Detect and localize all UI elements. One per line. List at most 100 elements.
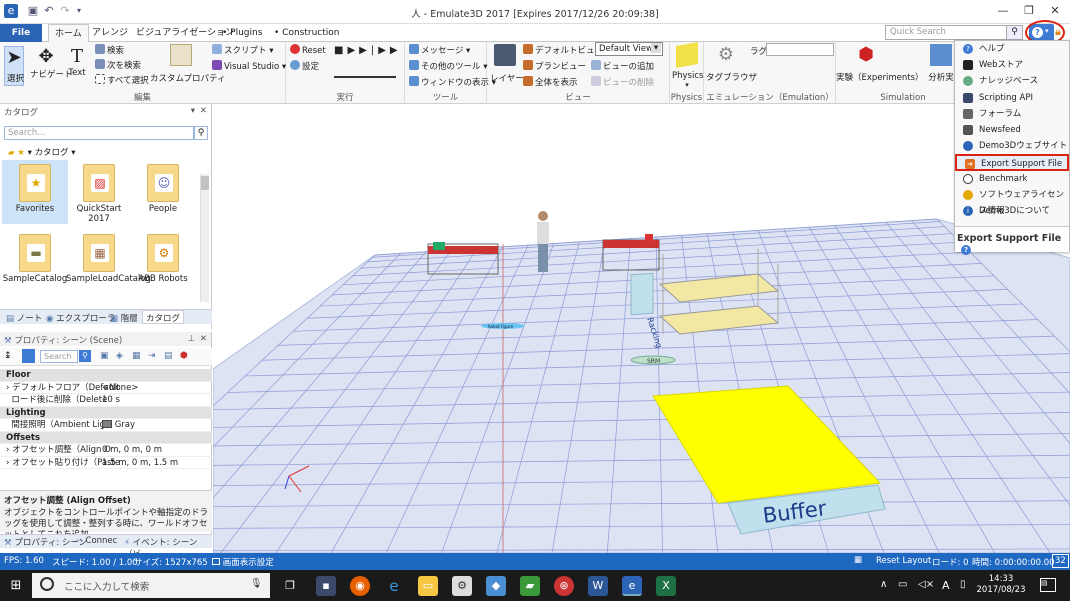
tab-plugins[interactable]: • Plugins: [216, 24, 268, 42]
menu-item-webstore[interactable]: Webストア: [955, 57, 1069, 73]
search-next-button[interactable]: 次を検索: [95, 59, 141, 71]
tab-connections[interactable]: ⤳ Connec: [76, 536, 117, 546]
reset-button[interactable]: Reset: [290, 44, 326, 56]
close-button[interactable]: ✕: [1042, 2, 1068, 20]
network-icon[interactable]: ▭: [898, 579, 907, 590]
volume-icon[interactable]: ◁×: [918, 579, 934, 590]
tool-icon-2[interactable]: ◈: [116, 351, 123, 361]
menu-item-scripting-api[interactable]: Scripting API: [955, 90, 1069, 106]
category-icon[interactable]: [22, 349, 35, 363]
properties-search-input[interactable]: Search: [40, 350, 78, 363]
microphone-icon[interactable]: 🎙︎: [250, 578, 262, 589]
app-icon-2[interactable]: ⚙: [452, 576, 472, 596]
catalog-item-quickstart[interactable]: ▨ QuickStart 2017: [66, 160, 132, 224]
view-select[interactable]: Default View ▾: [595, 42, 663, 56]
app-icon-1[interactable]: ▪: [316, 576, 336, 596]
tool-icon-6[interactable]: ⬢: [180, 351, 188, 361]
app-icon-5[interactable]: ⊛: [554, 576, 574, 596]
show-all-button[interactable]: 全体を表示: [523, 76, 578, 88]
restore-button[interactable]: ❐: [1016, 2, 1042, 20]
search-icon[interactable]: ⚲: [79, 350, 91, 362]
stop-icon[interactable]: ■: [334, 45, 347, 56]
custom-property-button[interactable]: カスタムプロパティ: [150, 44, 225, 84]
minimize-button[interactable]: —: [990, 2, 1016, 20]
search-icon[interactable]: ⚲: [1007, 25, 1023, 40]
script-button[interactable]: スクリプト ▾: [212, 44, 273, 56]
plan-view-button[interactable]: プランビュー: [523, 60, 586, 72]
catalog-item-abb[interactable]: ⚙ ABB Robots: [130, 230, 196, 294]
fast-forward-icon[interactable]: ▶▶: [378, 45, 401, 56]
app-icon-4[interactable]: ▰: [520, 576, 540, 596]
layer-button[interactable]: レイヤー: [490, 44, 524, 84]
physics-button[interactable]: Physics ▾: [672, 42, 703, 89]
tab-arrange[interactable]: アレンジ: [86, 24, 134, 42]
ie-icon[interactable]: e: [384, 576, 404, 596]
visual-studio-button[interactable]: Visual Studio ▾: [212, 60, 286, 72]
catalog-item-favorites[interactable]: ★ Favorites: [2, 160, 68, 224]
play-icon[interactable]: ▶: [347, 45, 359, 56]
default-view-button[interactable]: デフォルトビュー: [523, 44, 603, 56]
property-default-floor[interactable]: › デフォルトフロア（Default <None>: [0, 382, 212, 394]
menu-item-license[interactable]: ソフトウェアライセンス情報: [955, 187, 1069, 216]
tab-catalog[interactable]: カタログ: [142, 310, 185, 324]
tray-chevron-icon[interactable]: ∧: [880, 579, 887, 590]
tool-icon-5[interactable]: ▤: [164, 351, 173, 361]
menu-item-about[interactable]: i Demo3Dについて: [955, 203, 1069, 219]
navigate-button[interactable]: ✥ ナビゲート: [30, 46, 73, 90]
display-settings-button[interactable]: 画面表示設定: [212, 556, 274, 568]
tab-file[interactable]: File: [0, 24, 42, 42]
layout-icon[interactable]: ▦: [854, 555, 862, 565]
menu-item-export-support-file[interactable]: ➜ Export Support File: [955, 154, 1069, 171]
property-ambient[interactable]: 間接照明（Ambient Lig Gray: [0, 419, 212, 432]
property-align-offset[interactable]: › オフセット調整（Align O0 m, 0 m, 0 m: [0, 444, 212, 457]
catalog-item-sampleload[interactable]: ▦ SampleLoadCatalog: [66, 230, 151, 294]
select-button[interactable]: ➤ 選択: [4, 46, 24, 86]
windows-start-icon[interactable]: ⊞: [6, 576, 26, 596]
catalog-scrollbar[interactable]: [200, 174, 209, 302]
menu-item-help[interactable]: ? ヘルプ: [955, 41, 1069, 57]
action-center-icon[interactable]: ▤: [1040, 578, 1056, 592]
menu-item-knowledgebase[interactable]: ナレッジベース: [955, 73, 1069, 89]
task-view-icon[interactable]: ❐: [280, 576, 300, 596]
close-icon[interactable]: ✕: [200, 106, 207, 116]
tab-hierarchy[interactable]: ▦ 階層: [110, 312, 138, 324]
add-view-button[interactable]: ビューの追加: [591, 60, 654, 72]
pin-icon[interactable]: ⊥: [188, 334, 195, 344]
lag-input[interactable]: [766, 43, 834, 56]
person-figure[interactable]: [537, 211, 549, 272]
file-explorer-icon[interactable]: ▭: [418, 576, 438, 596]
catalog-item-people[interactable]: ☺ People: [130, 160, 196, 224]
app-icon-3[interactable]: ◆: [486, 576, 506, 596]
notification-icon[interactable]: ▯: [960, 579, 966, 590]
tab-construction[interactable]: • Construction: [268, 24, 345, 42]
search-icon[interactable]: ⚲: [194, 126, 208, 140]
emulate3d-taskbar-icon[interactable]: e: [622, 576, 642, 596]
tab-home[interactable]: ホーム: [48, 24, 89, 42]
menu-item-benchmark[interactable]: Benchmark: [955, 171, 1069, 187]
select-all-button[interactable]: すべて選択: [95, 74, 149, 86]
3d-viewport[interactable]: Buffer Racking SRM Robot Figure: [213, 104, 1070, 553]
catalog-item-samplecatalog[interactable]: ▬ SampleCatalog: [2, 230, 68, 294]
analysis-button[interactable]: 分析実: [926, 44, 956, 83]
tab-notes[interactable]: ▤ ノート: [6, 312, 42, 324]
tool-icon-3[interactable]: ▦: [132, 351, 141, 361]
taskbar-search-input[interactable]: ここに入力して検索 🎙︎: [32, 573, 270, 598]
experiments-button[interactable]: ⬢ 実験（Experiments）: [836, 44, 924, 83]
menu-item-newsfeed[interactable]: Newsfeed: [955, 122, 1069, 138]
quick-search-input[interactable]: Quick Search: [885, 25, 1007, 40]
menu-item-forum[interactable]: フォーラム: [955, 106, 1069, 122]
other-tools-button[interactable]: その他のツール ▾: [409, 60, 487, 72]
property-paste-offset[interactable]: › オフセット貼り付け（Paste 1.5 m, 0 m, 1.5 m: [0, 457, 212, 469]
settings-button[interactable]: 設定: [290, 60, 319, 72]
catalog-search-input[interactable]: Search...: [4, 126, 194, 140]
clock[interactable]: 14:33 2017/08/23: [976, 574, 1026, 596]
speed-slider[interactable]: [334, 70, 396, 78]
window-display-button[interactable]: ウィンドウの表示 ▾: [409, 76, 496, 88]
delete-view-button[interactable]: ビューの削除: [591, 76, 654, 88]
ime-indicator[interactable]: A: [942, 579, 950, 592]
scroll-thumb[interactable]: [201, 176, 209, 190]
tab-explorer[interactable]: ◉ エクスプローラ: [46, 312, 115, 324]
close-icon[interactable]: ✕: [200, 334, 207, 344]
catalog-breadcrumb[interactable]: ▰ ★ ▾ カタログ ▾: [8, 146, 76, 158]
excel-icon[interactable]: X: [656, 576, 676, 596]
